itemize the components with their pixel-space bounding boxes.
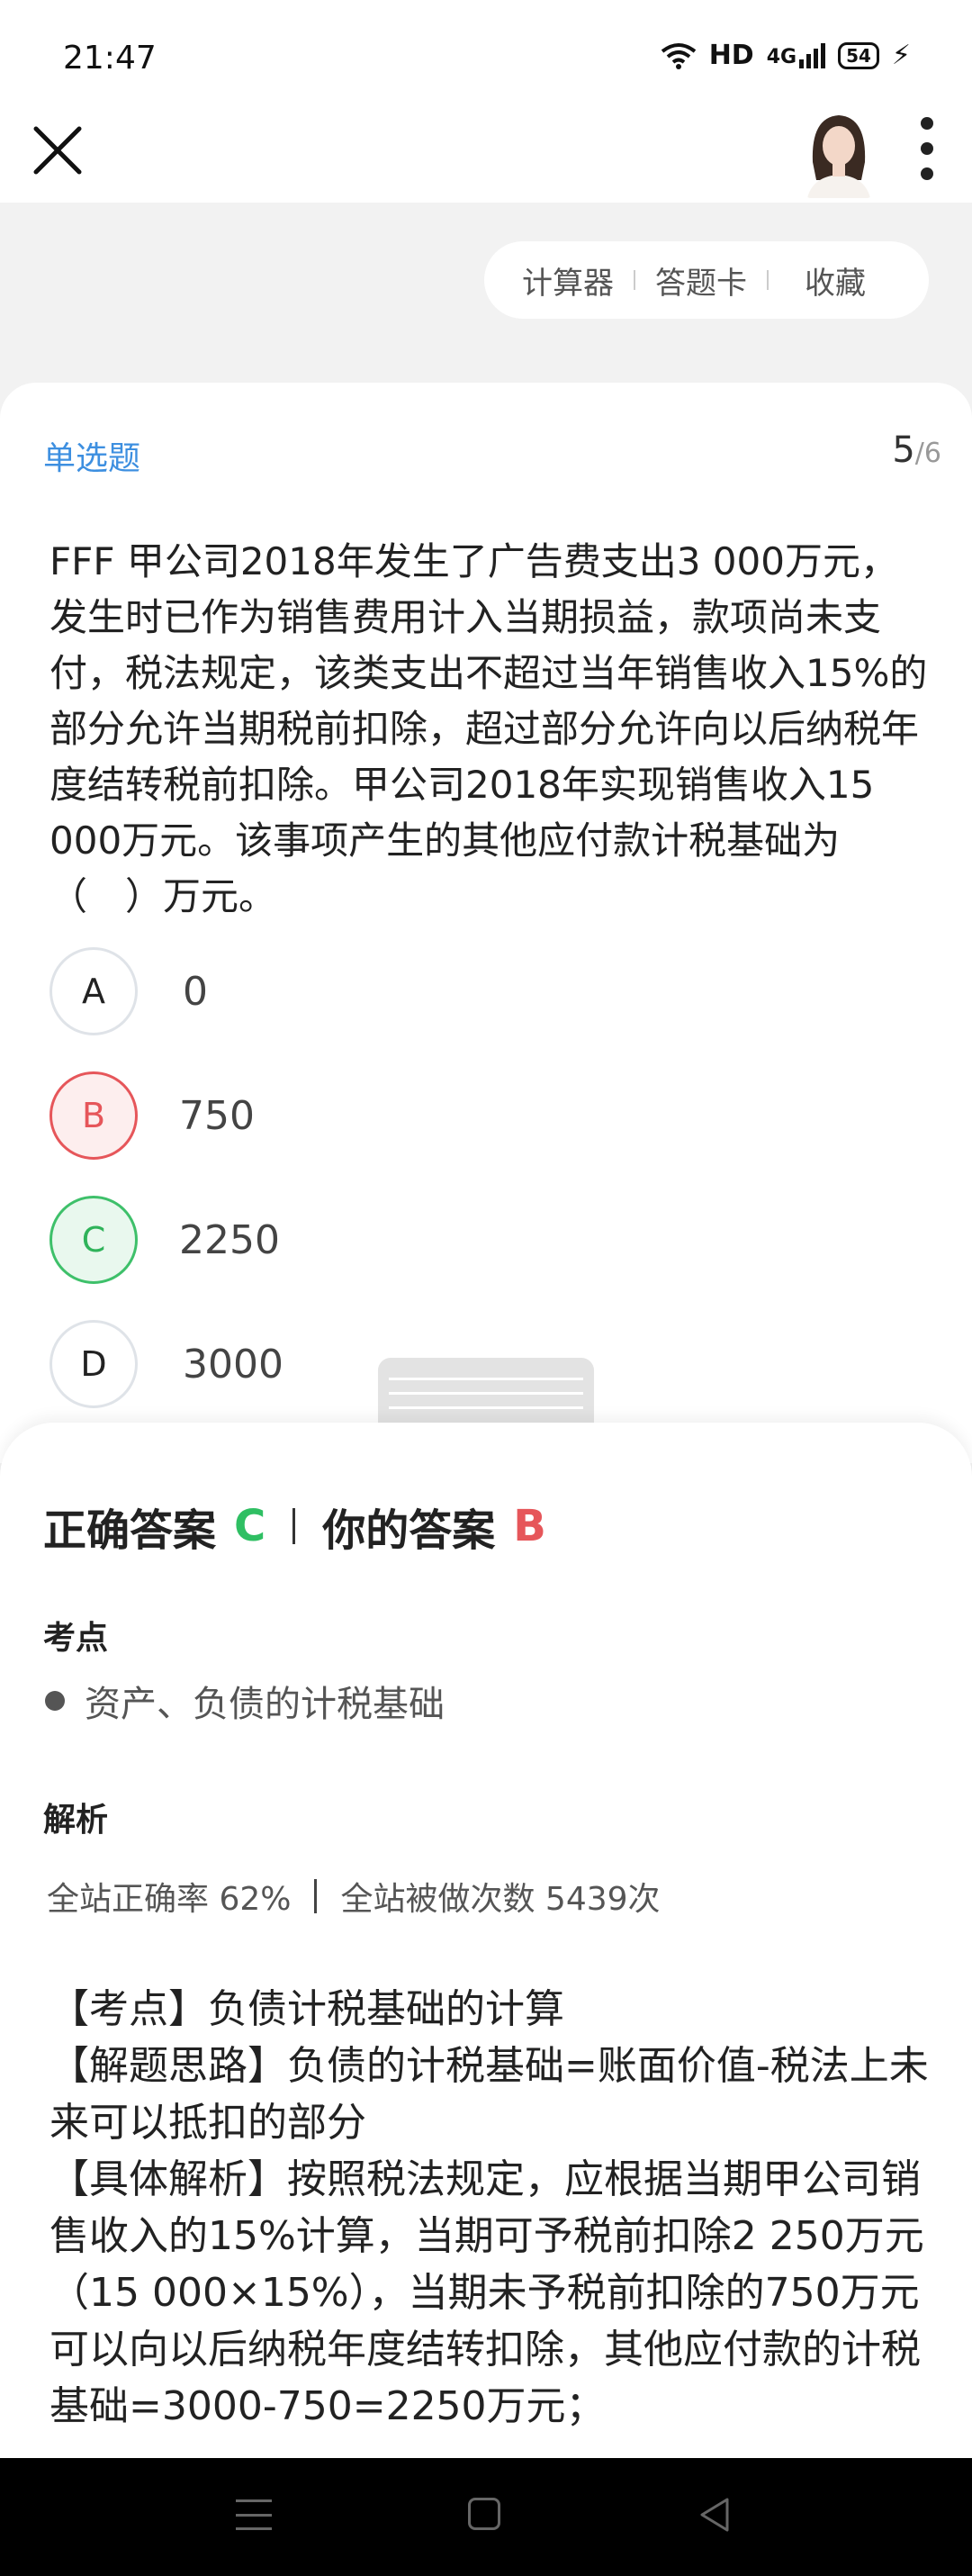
correct-answer-label: 正确答案 (43, 1505, 217, 1556)
battery-level: 54 (846, 44, 871, 67)
your-answer-label: 你的答案 (322, 1505, 496, 1556)
close-icon[interactable] (29, 122, 86, 179)
option-c[interactable]: C 2250 (50, 1196, 280, 1284)
charging-icon: ⚡ (891, 40, 911, 71)
question-text: FFF 甲公司2018年发生了广告费支出3 000万元，发生时已作为销售费用计入… (50, 539, 928, 918)
option-letter: A (50, 947, 138, 1035)
question-total: /6 (914, 438, 941, 469)
divider (292, 1508, 296, 1544)
stats-row: 全站正确率 62% 全站被做次数 5439次 (47, 1873, 661, 1920)
answer-sheet: 正确答案 C 你的答案 B 考点 资产、负债的计税基础 解析 全站正确率 62%… (0, 1423, 972, 2458)
point-item: 资产、负债的计税基础 (45, 1675, 445, 1727)
wifi-icon (661, 42, 696, 69)
calculator-button[interactable]: 计算器 (522, 258, 614, 303)
option-letter: B (50, 1071, 138, 1160)
explanation-line: 【解题思路】负债的计税基础=账面价值-税法上未来可以抵扣的部分 (50, 2043, 929, 2146)
status-icons: HD 4G 54 ⚡ (661, 40, 911, 71)
explanation: 【考点】负债计税基础的计算 【解题思路】负债的计税基础=账面价值-税法上未来可以… (50, 1981, 932, 2435)
battery-icon: 54 (838, 41, 879, 69)
explanation-line: 【具体解析】按照税法规定，应根据当期甲公司销售收入的15%计算，当期可予税前扣除… (50, 2156, 924, 2429)
more-icon[interactable] (918, 117, 936, 180)
drag-handle[interactable] (378, 1358, 594, 1430)
option-letter: D (50, 1320, 138, 1408)
signal-icon: 4G (766, 42, 826, 68)
status-time: 21:47 (63, 40, 157, 77)
attempts-stat: 全站被做次数 5439次 (340, 1881, 661, 1918)
option-text: 750 (179, 1092, 255, 1139)
question-type: 单选题 (43, 440, 141, 477)
question-current: 5 (892, 429, 915, 471)
back-icon[interactable] (697, 2496, 733, 2534)
option-text: 2250 (179, 1216, 280, 1263)
menu-icon[interactable] (236, 2499, 272, 2530)
signal-type: 4G (766, 45, 797, 68)
option-text: 3000 (183, 1341, 284, 1387)
correct-answer-value: C (234, 1501, 266, 1551)
question-card: 单选题 5/6 FFF 甲公司2018年发生了广告费支出3 000万元，发生时已… (0, 383, 972, 1463)
navigation-bar (0, 2458, 972, 2576)
option-text: 0 (183, 968, 208, 1015)
answer-summary: 正确答案 C 你的答案 B (43, 1495, 546, 1558)
network-hd: HD (708, 40, 754, 71)
home-icon[interactable] (468, 2498, 500, 2530)
option-letter: C (50, 1196, 138, 1284)
your-answer-value: B (513, 1501, 546, 1551)
point-text: 资产、负债的计税基础 (85, 1684, 445, 1725)
avatar[interactable] (804, 108, 874, 198)
analysis-title: 解析 (43, 1802, 109, 1839)
app-bar (0, 104, 972, 203)
divider (767, 270, 769, 290)
status-bar: 21:47 HD 4G 54 ⚡ (0, 0, 972, 113)
answer-card-button[interactable]: 答题卡 (655, 258, 747, 303)
point-title: 考点 (43, 1620, 109, 1657)
tool-bar: 计算器 答题卡 收藏 (484, 241, 929, 319)
favorite-button[interactable]: 收藏 (805, 258, 866, 303)
question-counter: 5/6 (892, 429, 941, 471)
divider (634, 270, 635, 290)
option-d[interactable]: D 3000 (50, 1320, 284, 1408)
option-a[interactable]: A 0 (50, 947, 208, 1035)
bullet-icon (45, 1691, 65, 1711)
accuracy-stat: 全站正确率 62% (47, 1881, 292, 1918)
option-b[interactable]: B 750 (50, 1071, 255, 1160)
explanation-line: 【考点】负债计税基础的计算 (50, 1986, 564, 2032)
divider (314, 1879, 318, 1913)
